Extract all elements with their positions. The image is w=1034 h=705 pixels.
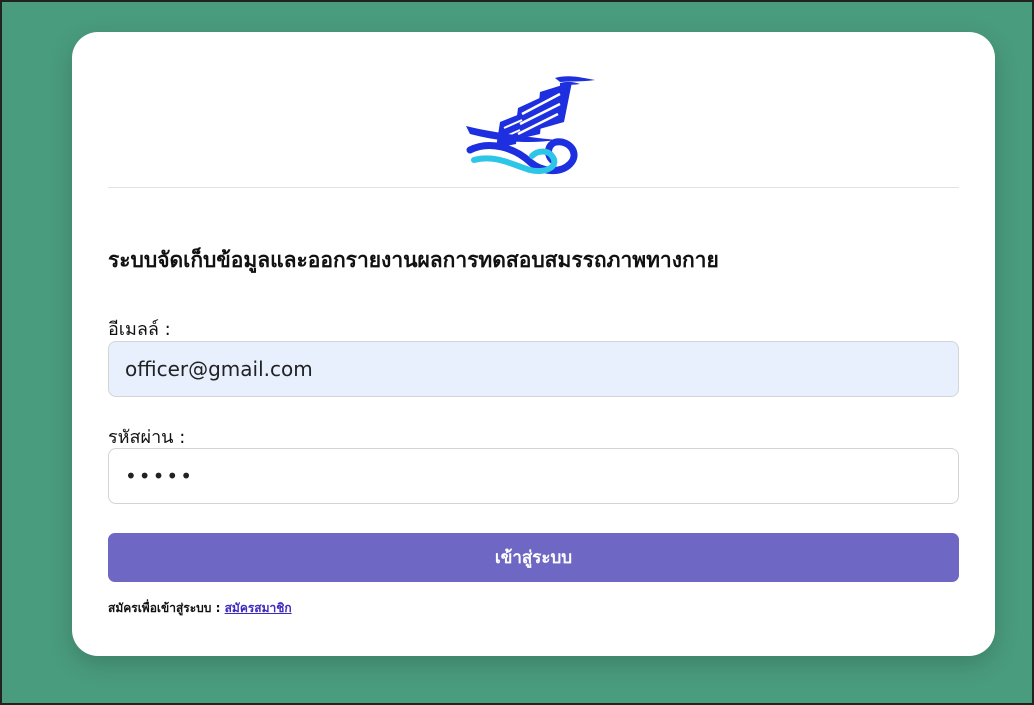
signup-link[interactable]: สมัครสมาชิก [225, 601, 292, 615]
page-title: ระบบจัดเก็บข้อมูลและออกรายงานผลการทดสอบส… [108, 248, 719, 272]
password-label: รหัสผ่าน : [108, 427, 186, 448]
login-card: ระบบจัดเก็บข้อมูลและออกรายงานผลการทดสอบส… [72, 32, 995, 656]
email-field[interactable] [108, 341, 959, 397]
signup-row: สมัครเพื่อเข้าสู่ระบบ : สมัครสมาชิก [108, 599, 292, 618]
signup-prompt: สมัครเพื่อเข้าสู่ระบบ : [108, 601, 225, 615]
header-divider [108, 187, 959, 188]
login-button[interactable]: เข้าสู่ระบบ [108, 533, 959, 582]
ship-logo-icon [460, 70, 610, 180]
password-field[interactable] [108, 448, 959, 504]
email-label: อีเมลล์ : [108, 319, 171, 340]
